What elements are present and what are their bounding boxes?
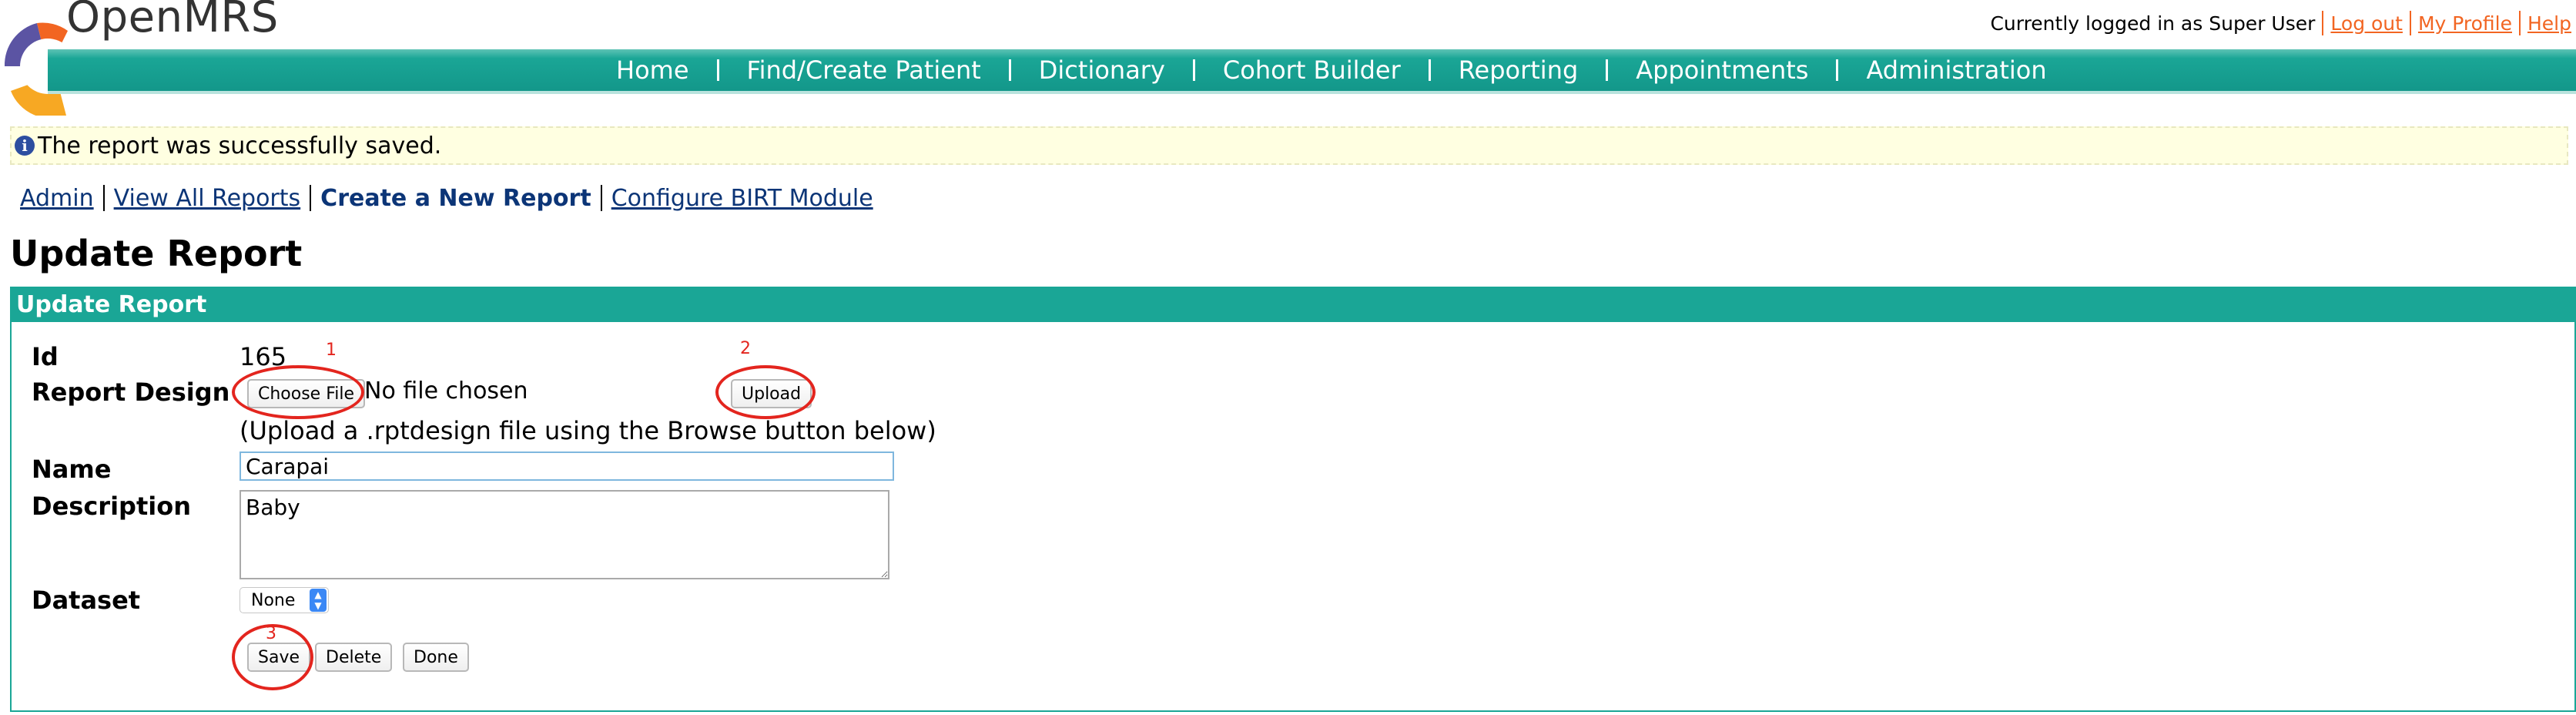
description-textarea[interactable]: Baby (240, 490, 889, 579)
nav-cohort-builder[interactable]: Cohort Builder (1223, 55, 1401, 85)
menu-divider (1192, 59, 1195, 81)
menu-divider (716, 59, 719, 81)
divider (102, 185, 105, 211)
upload-hint: (Upload a .rptdesign file using the Brow… (240, 416, 936, 445)
divider (2409, 11, 2411, 35)
dataset-selected-value: None (251, 590, 296, 610)
dataset-select[interactable]: None ▲ ▼ (240, 587, 329, 613)
user-bar: Currently logged in as Super User Log ou… (1990, 8, 2571, 39)
nav-reporting[interactable]: Reporting (1459, 55, 1579, 85)
annotation-number-3: 3 (266, 624, 276, 643)
id-value: 165 (240, 342, 287, 371)
report-subnav: Admin View All Reports Create a New Repo… (20, 182, 873, 214)
id-label: Id (32, 342, 59, 371)
report-design-label: Report Design (32, 378, 230, 407)
nav-dictionary[interactable]: Dictionary (1039, 55, 1165, 85)
nav-find-create-patient[interactable]: Find/Create Patient (747, 55, 981, 85)
admin-link[interactable]: Admin (20, 185, 94, 212)
alert-message: The report was successfully saved. (38, 132, 442, 159)
name-label: Name (32, 455, 112, 484)
nav-administration[interactable]: Administration (1866, 55, 2046, 85)
main-menu: Home Find/Create Patient Dictionary Coho… (616, 49, 2047, 91)
menu-divider (1428, 59, 1431, 81)
logout-link[interactable]: Log out (2330, 12, 2403, 35)
brand-name: OpenMRS (66, 0, 279, 42)
configure-birt-link[interactable]: Configure BIRT Module (611, 185, 873, 212)
menu-divider (1836, 59, 1839, 81)
delete-button[interactable]: Delete (315, 643, 393, 672)
navbar-underline (48, 91, 2576, 94)
no-file-chosen-text: No file chosen (364, 378, 528, 404)
nav-appointments[interactable]: Appointments (1636, 55, 1808, 85)
choose-file-button[interactable]: Choose File (247, 379, 366, 408)
panel-header: Update Report (12, 288, 2574, 322)
menu-divider (1606, 59, 1609, 81)
description-label: Description (32, 492, 191, 521)
annotation-number-2: 2 (740, 339, 751, 358)
select-arrows-icon: ▲ ▼ (310, 589, 327, 612)
create-new-report-link[interactable]: Create a New Report (320, 185, 591, 212)
my-profile-link[interactable]: My Profile (2418, 12, 2512, 35)
update-report-panel: Update Report Id 165 Report Design Choos… (10, 287, 2576, 712)
name-input[interactable] (240, 451, 894, 481)
help-link[interactable]: Help (2527, 12, 2571, 35)
divider (600, 185, 602, 211)
dataset-label: Dataset (32, 586, 141, 615)
view-all-reports-link[interactable]: View All Reports (114, 185, 301, 212)
divider (2322, 11, 2324, 35)
info-icon: i (15, 136, 35, 156)
logged-in-text: Currently logged in as Super User (1990, 12, 2316, 35)
divider (310, 185, 312, 211)
divider (2519, 11, 2521, 35)
save-button[interactable]: Save (247, 643, 311, 672)
nav-home[interactable]: Home (616, 55, 689, 85)
menu-divider (1008, 59, 1011, 81)
success-alert: i The report was successfully saved. (10, 126, 2568, 165)
page-title: Update Report (10, 233, 303, 274)
done-button[interactable]: Done (403, 643, 469, 672)
annotation-number-1: 1 (326, 341, 337, 360)
upload-button[interactable]: Upload (731, 379, 812, 408)
